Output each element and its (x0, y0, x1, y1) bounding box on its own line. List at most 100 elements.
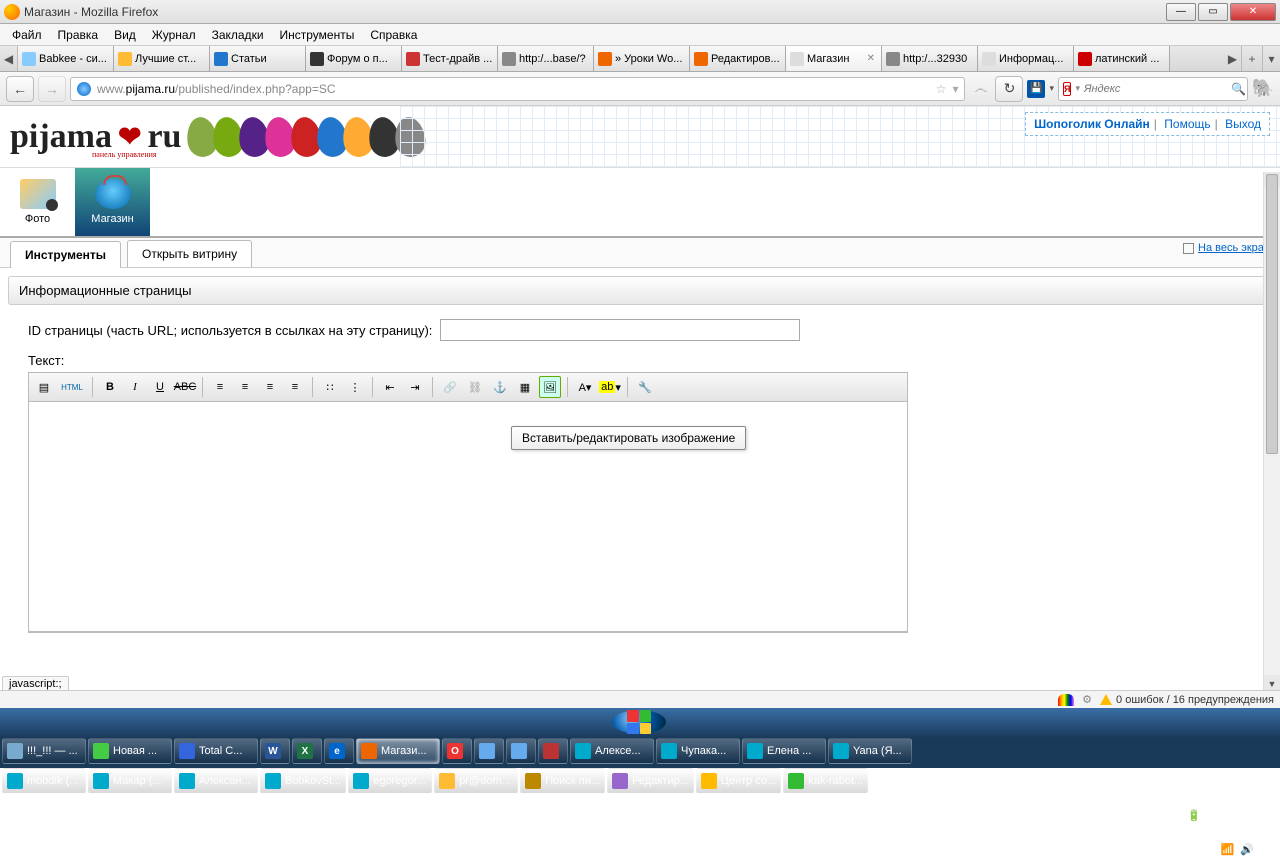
taskbar-button[interactable]: X (292, 738, 322, 764)
id-input[interactable] (440, 319, 800, 341)
tab-showcase[interactable]: Открыть витрину (127, 240, 252, 267)
menu-view[interactable]: Вид (106, 26, 144, 44)
browser-tab[interactable]: Babkee - си... (18, 46, 114, 71)
forward-button[interactable]: → (38, 76, 66, 102)
tray-vol-icon[interactable]: 🔊 (1240, 843, 1254, 856)
taskbar-button[interactable]: !!!_!!! — ... (2, 738, 86, 764)
taskbar-button[interactable]: Новая ... (88, 738, 172, 764)
dropdown-icon[interactable]: ▾ (952, 82, 958, 96)
taskbar-button[interactable]: Центр со... (696, 768, 781, 794)
browser-tab[interactable]: http:/...base/? (498, 46, 594, 71)
italic-button[interactable]: I (124, 376, 146, 398)
star-icon[interactable]: ☆ (936, 82, 947, 96)
menu-help[interactable]: Справка (362, 26, 425, 44)
taskbar-button[interactable]: mobdik (... (2, 768, 86, 794)
list-ordered-button[interactable]: ∷ (319, 376, 341, 398)
tray-icon-4[interactable]: 🔋 (1187, 809, 1201, 822)
taskbar-button[interactable] (538, 738, 568, 764)
search-input[interactable] (1084, 83, 1227, 95)
taskbar-button[interactable]: W (260, 738, 290, 764)
taskbar-button[interactable]: Алексан... (174, 768, 258, 794)
rss-icon[interactable]: ෴ (969, 78, 991, 100)
underline-button[interactable]: U (149, 376, 171, 398)
taskbar-button[interactable]: Макар (... (88, 768, 172, 794)
taskbar-button[interactable]: Алексе... (570, 738, 654, 764)
close-button[interactable]: ✕ (1230, 3, 1276, 21)
align-justify-button[interactable]: ≡ (284, 376, 306, 398)
module-shop[interactable]: Магазин (75, 168, 150, 236)
menu-bookmarks[interactable]: Закладки (204, 26, 272, 44)
search-go-icon[interactable]: 🔍 (1231, 82, 1246, 96)
tray-icon-1[interactable]: ☀ (1139, 809, 1149, 822)
taskbar-button[interactable]: kak-rabot... (783, 768, 868, 794)
back-button[interactable]: ← (6, 76, 34, 102)
align-right-button[interactable]: ≡ (259, 376, 281, 398)
taskbar-button[interactable]: Total C... (174, 738, 258, 764)
search-box[interactable]: Я ▾ 🔍 (1058, 77, 1248, 101)
vertical-scrollbar[interactable]: ▲ ▼ (1263, 172, 1280, 692)
browser-tab[interactable]: » Уроки Wo... (594, 46, 690, 71)
evernote-icon[interactable]: 🐘 (1252, 78, 1274, 100)
taskbar-button[interactable]: Елена ... (742, 738, 826, 764)
link-button[interactable]: 🔗 (439, 376, 461, 398)
unlink-button[interactable]: ⛓ (464, 376, 486, 398)
tray-arrow-icon[interactable]: ▴ (1128, 809, 1134, 822)
editor-body[interactable]: Вставить/редактировать изображение (29, 402, 907, 632)
align-left-button[interactable]: ≡ (209, 376, 231, 398)
browser-tab[interactable]: Редактиров... (690, 46, 786, 71)
taskbar-button[interactable]: BobkovSt... (260, 768, 346, 794)
list-unordered-button[interactable]: ⋮ (344, 376, 366, 398)
taskbar-button[interactable]: Редактир... (607, 768, 694, 794)
tray-icon-2[interactable]: ⚑ (1155, 809, 1165, 822)
clock[interactable]: 19:13 четверг 19.01.2012 (1207, 796, 1274, 836)
taskbar-button[interactable] (506, 738, 536, 764)
tab-scroll-left[interactable]: ◀ (0, 46, 18, 71)
tray-shield-icon[interactable]: 🛡 (1260, 843, 1274, 856)
taskbar-button[interactable]: e (324, 738, 354, 764)
error-warning[interactable]: 0 ошибок / 16 предупреждения (1100, 694, 1274, 706)
start-button[interactable] (612, 710, 666, 734)
minimize-button[interactable]: — (1166, 3, 1196, 21)
rainbow-icon[interactable] (1058, 694, 1074, 706)
taskbar-button[interactable] (474, 738, 504, 764)
align-center-button[interactable]: ≡ (234, 376, 256, 398)
anchor-button[interactable]: ⚓ (489, 376, 511, 398)
search-dropdown-icon[interactable]: ▾ (1075, 83, 1080, 94)
tab-tools[interactable]: Инструменты (10, 241, 121, 268)
taskbar-button[interactable]: O (442, 738, 472, 764)
url-input[interactable]: www.pijama.ru/published/index.php?app=SC… (70, 77, 965, 101)
close-tab-icon[interactable]: ✕ (865, 53, 877, 64)
browser-tab[interactable]: Лучшие ст... (114, 46, 210, 71)
text-color-button[interactable]: A▾ (574, 376, 596, 398)
browser-tab[interactable]: Тест-драйв ... (402, 46, 498, 71)
taskbar-button[interactable]: Поиск пи... (520, 768, 605, 794)
indent-button[interactable]: ⇥ (404, 376, 426, 398)
reload-button[interactable]: ↻ (995, 76, 1023, 102)
maximize-button[interactable]: ▭ (1198, 3, 1228, 21)
bold-button[interactable]: B (99, 376, 121, 398)
taskbar-button[interactable]: pr@dom... (434, 768, 518, 794)
tray-icon-3[interactable]: ◧ (1171, 809, 1181, 822)
save-icon[interactable]: 💾 (1027, 80, 1045, 98)
table-button[interactable]: ▦ (514, 376, 536, 398)
browser-tab[interactable]: латинский ... (1074, 46, 1170, 71)
taskbar-button[interactable]: Магази... (356, 738, 440, 764)
logout-link[interactable]: Выход (1225, 117, 1261, 131)
taskbar-button[interactable]: Yana (Я... (828, 738, 912, 764)
menu-tools[interactable]: Инструменты (272, 26, 363, 44)
site-logo[interactable]: pijama❤ru панель управления (0, 106, 191, 167)
browser-tab[interactable]: Информац... (978, 46, 1074, 71)
image-button[interactable]: 🖼 (539, 376, 561, 398)
strike-button[interactable]: ABC (174, 376, 196, 398)
gear-icon[interactable]: ⚙ (1082, 693, 1092, 706)
taskbar-button[interactable]: egoregor... (348, 768, 432, 794)
menu-history[interactable]: Журнал (144, 26, 204, 44)
menu-edit[interactable]: Правка (50, 26, 107, 44)
tab-list-button[interactable]: ▾ (1262, 46, 1280, 71)
browser-tab[interactable]: Магазин✕ (786, 46, 882, 71)
module-photo[interactable]: Фото (0, 168, 75, 236)
new-tab-button[interactable]: + (1242, 46, 1262, 71)
outdent-button[interactable]: ⇤ (379, 376, 401, 398)
help-link[interactable]: Помощь (1164, 117, 1210, 131)
taskbar-button[interactable]: Чупака... (656, 738, 740, 764)
